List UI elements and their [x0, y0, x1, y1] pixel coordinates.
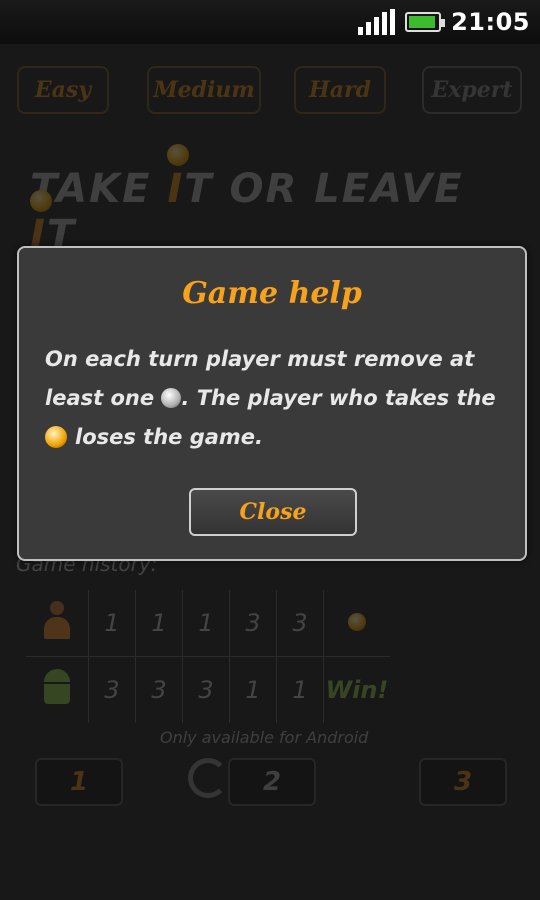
- battery-icon: [405, 12, 446, 32]
- game-help-dialog: Game help On each turn player must remov…: [17, 246, 527, 561]
- status-bar: 21:05: [0, 0, 540, 44]
- close-button[interactable]: Close: [189, 488, 357, 536]
- clock: 21:05: [451, 8, 530, 36]
- dialog-title: Game help: [182, 276, 362, 311]
- help-text-3: loses the game.: [75, 425, 264, 449]
- signal-bars-icon: [358, 9, 396, 35]
- help-text-2: . The player who takes the: [181, 386, 496, 410]
- dialog-body: On each turn player must remove at least…: [45, 340, 505, 457]
- white-ball-icon: [161, 388, 182, 408]
- gold-ball-icon: [45, 426, 67, 448]
